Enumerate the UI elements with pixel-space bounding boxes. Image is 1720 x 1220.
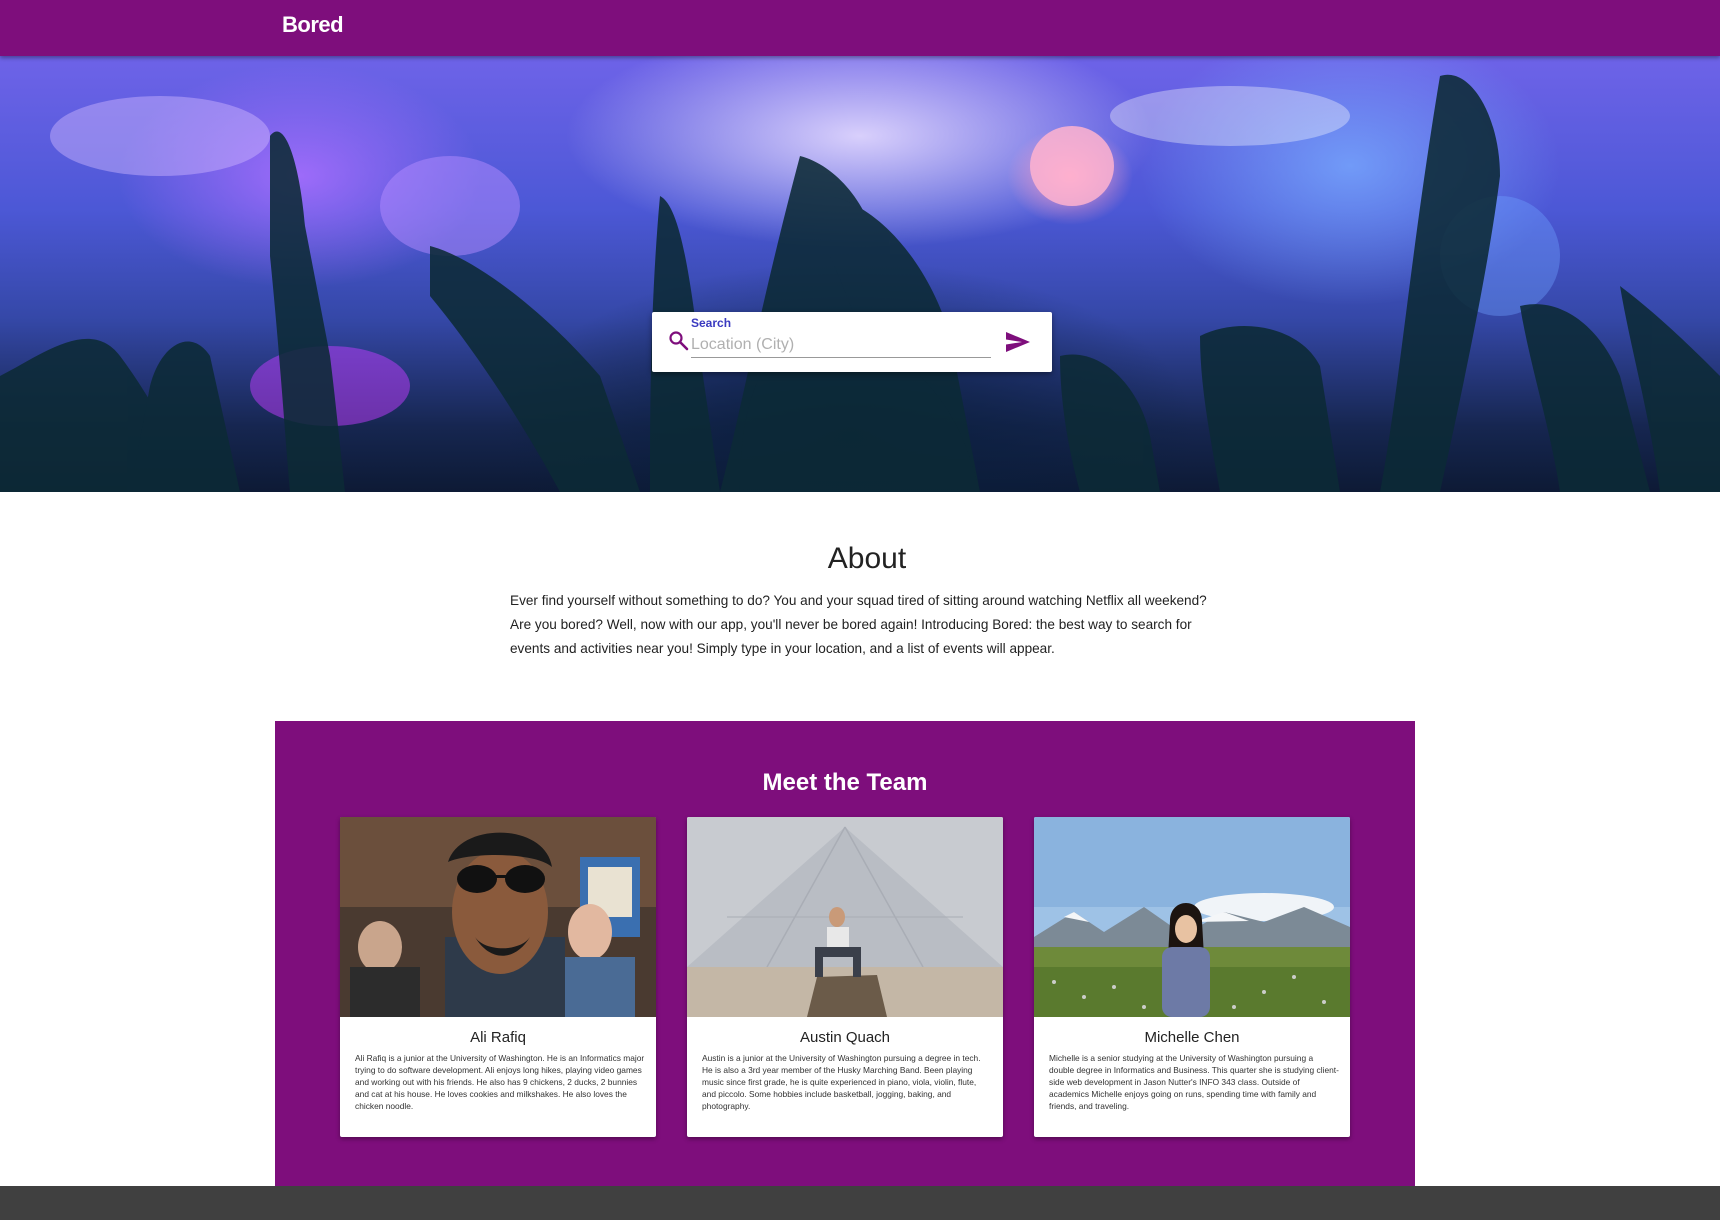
brand-logo-text[interactable]: Bored — [282, 12, 344, 38]
ali-rafiq-photo — [340, 817, 656, 1017]
team-heading: Meet the Team — [762, 769, 928, 796]
team-card-austin: Austin Quach Austin is a junior at the U… — [687, 817, 1003, 1137]
member-bio: Michelle is a senior studying at the Uni… — [1049, 1053, 1339, 1111]
search-icon — [668, 330, 690, 352]
member-bio: Ali Rafiq is a junior at the University … — [355, 1053, 645, 1111]
about-description: Ever find yourself without something to … — [510, 593, 1207, 656]
member-name: Ali Rafiq — [470, 1029, 526, 1046]
search-field-label: Search — [691, 316, 732, 330]
about-heading: About — [827, 542, 907, 575]
hero-banner: Search — [0, 56, 1720, 492]
search-submit-button[interactable] — [1002, 326, 1034, 358]
location-search-input[interactable] — [691, 332, 991, 358]
michelle-chen-photo — [1034, 817, 1350, 1017]
member-name: Michelle Chen — [1144, 1029, 1240, 1046]
footer — [0, 1186, 1720, 1220]
team-card-ali: Ali Rafiq Ali Rafiq is a junior at the U… — [340, 817, 656, 1137]
concert-crowd-image — [0, 74, 1720, 492]
location-search-box: Search — [652, 312, 1052, 372]
member-bio: Austin is a junior at the University of … — [702, 1053, 981, 1111]
navbar: Bored — [0, 0, 1720, 56]
austin-quach-photo — [687, 817, 1003, 1017]
member-name: Austin Quach — [799, 1029, 891, 1046]
team-card-michelle: Michelle Chen Michelle is a senior study… — [1034, 817, 1350, 1137]
team-section: Meet the Team Ali Rafiq Ali Rafiq is a j… — [275, 721, 1415, 1186]
